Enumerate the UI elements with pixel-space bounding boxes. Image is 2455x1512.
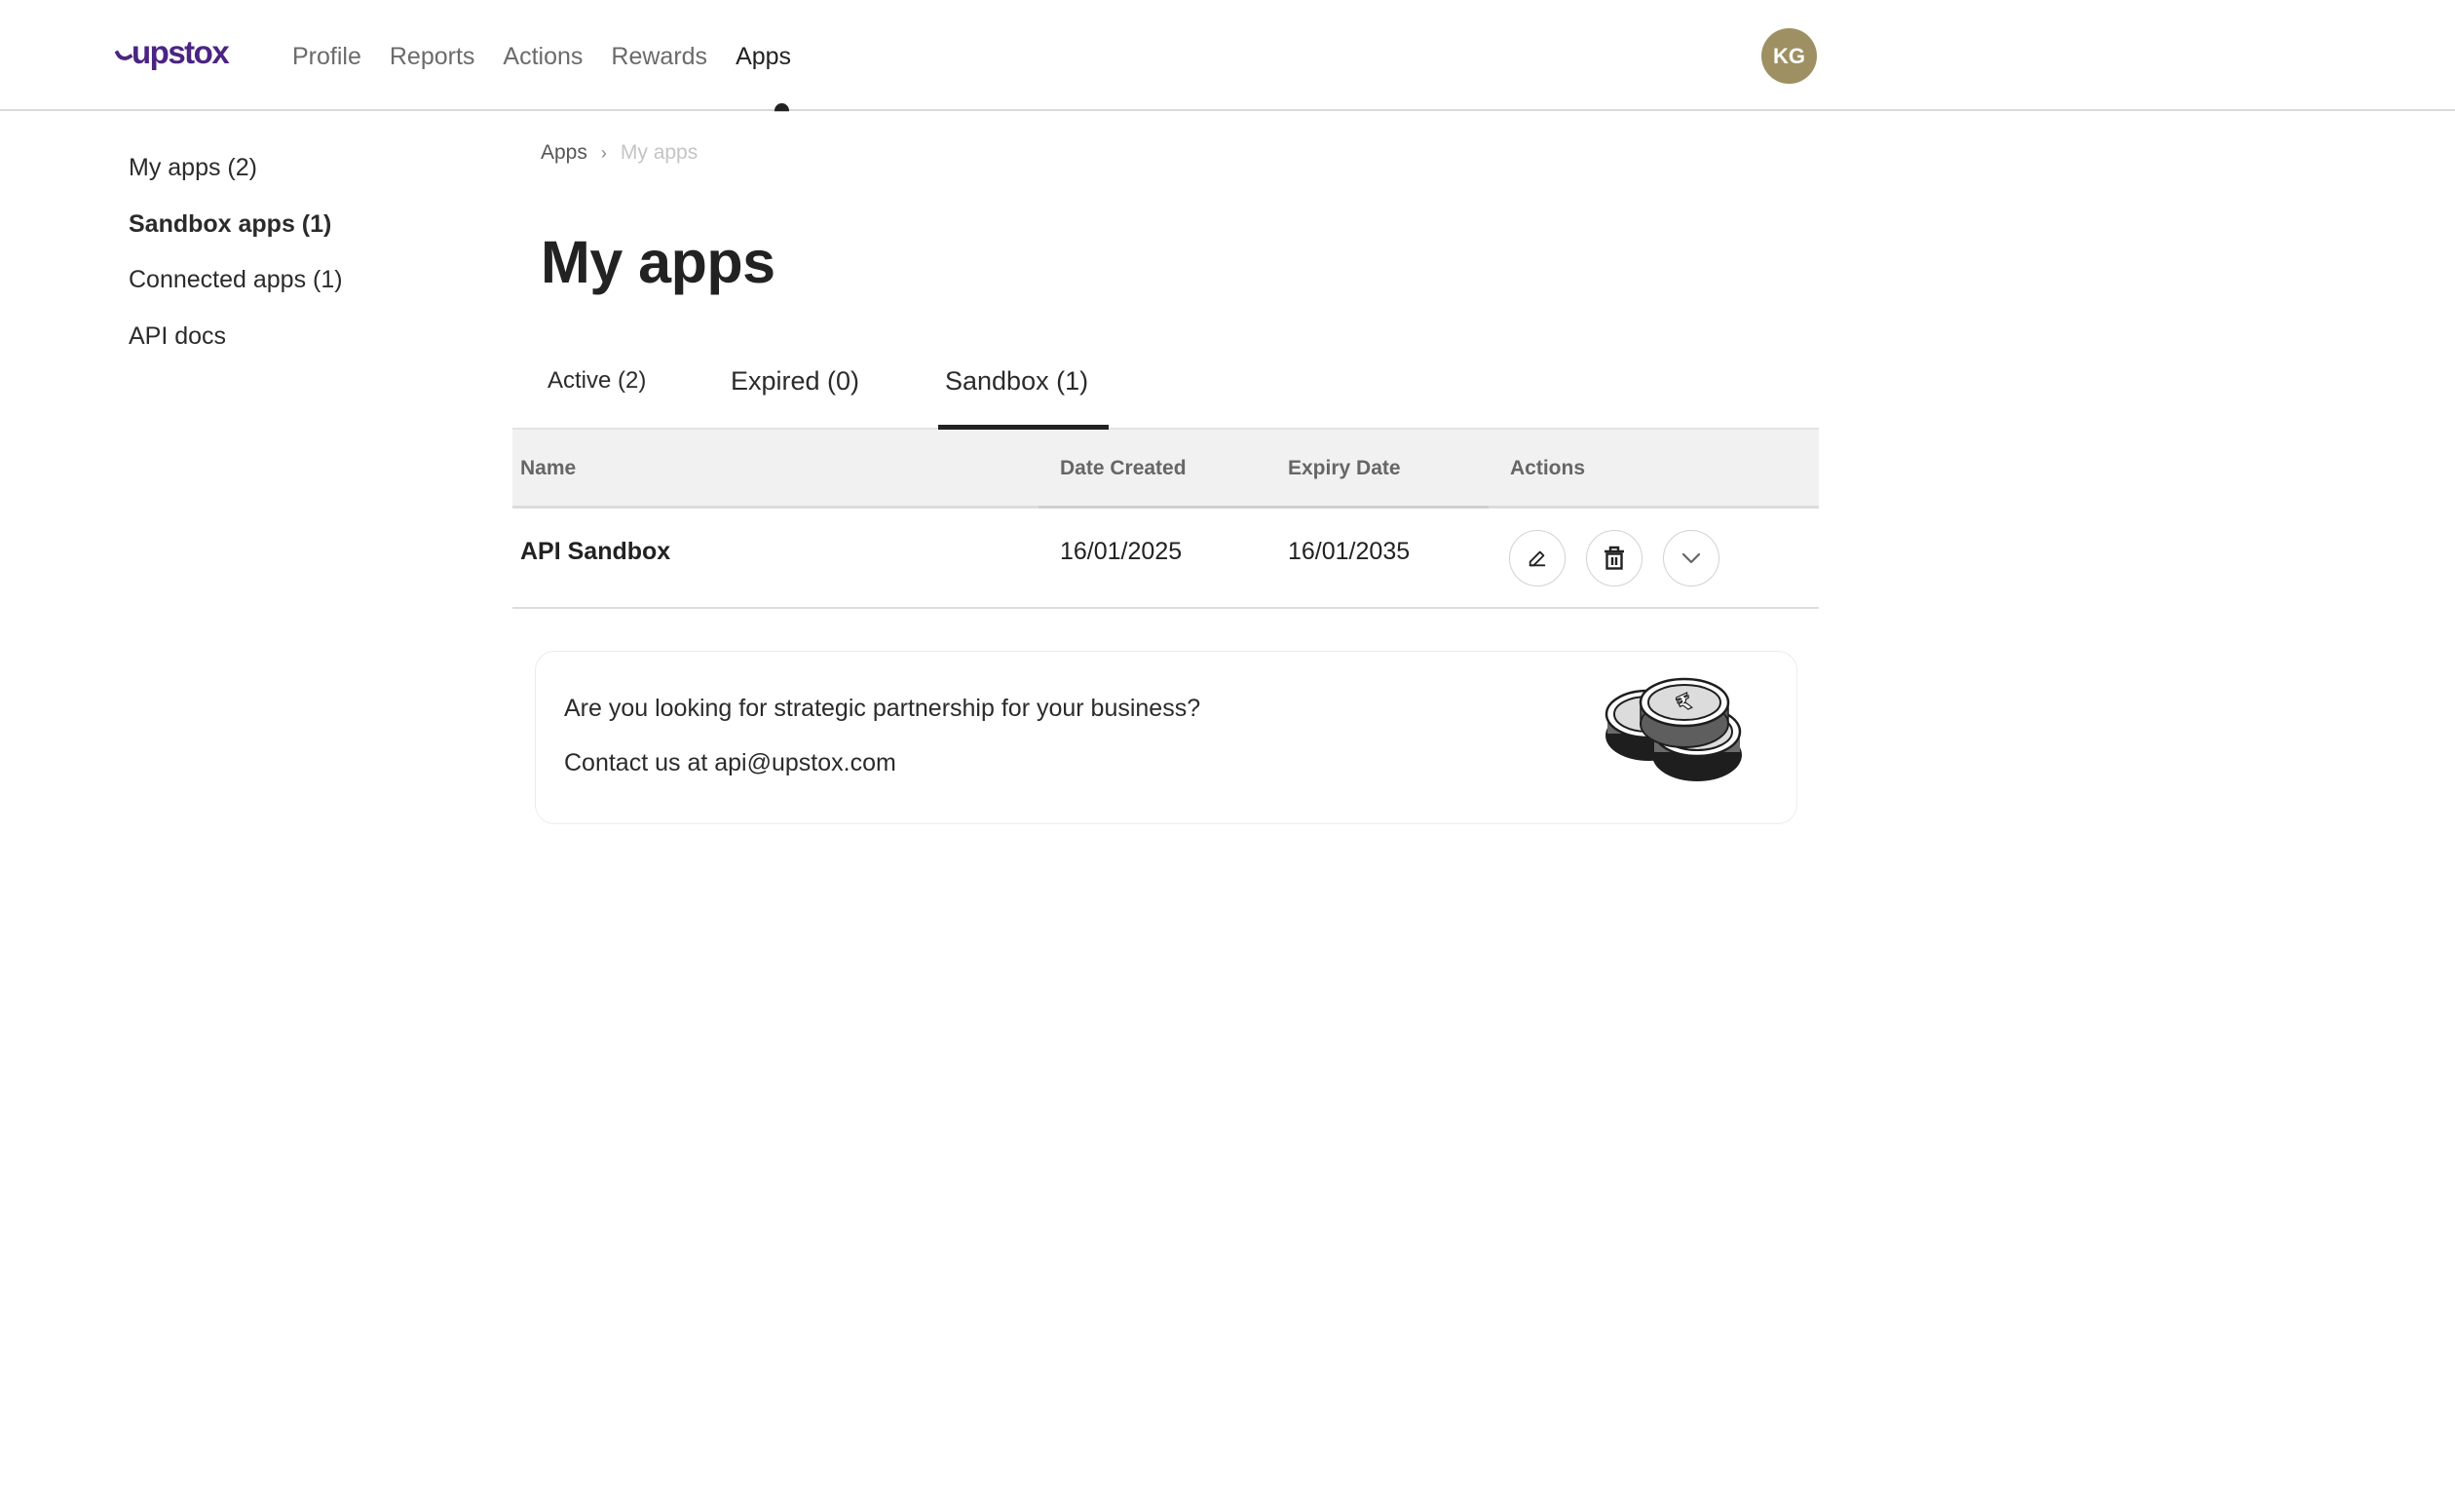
table-row: API Sandbox 16/01/2025 16/01/2035 — [512, 509, 1819, 609]
table-header: Name Date Created Expiry Date Actions — [512, 428, 1819, 509]
apps-table: Name Date Created Expiry Date Actions AP… — [512, 428, 1819, 609]
sidebar-item-connected-apps[interactable]: Connected apps (1) — [129, 263, 343, 320]
top-header: upstox Profile Reports Actions Rewards A… — [0, 0, 2455, 111]
delete-app-button[interactable] — [1586, 530, 1643, 586]
edit-icon — [1529, 550, 1546, 567]
tab-sandbox[interactable]: Sandbox (1) — [937, 356, 1096, 430]
contact-email-link[interactable]: api@upstox.com — [714, 749, 896, 776]
nav-profile[interactable]: Profile — [292, 37, 361, 76]
tab-active[interactable]: Active (2) — [540, 356, 654, 430]
breadcrumb: Apps › My apps — [541, 141, 698, 165]
active-tab-underline — [938, 425, 1109, 430]
breadcrumb-current: My apps — [620, 141, 699, 164]
nav-actions[interactable]: Actions — [503, 37, 583, 76]
app-name: API Sandbox — [520, 538, 671, 565]
expand-app-button[interactable] — [1663, 530, 1719, 586]
sidebar-item-my-apps[interactable]: My apps (2) — [129, 151, 343, 208]
nav-reports[interactable]: Reports — [390, 37, 475, 76]
nav-apps[interactable]: Apps — [736, 37, 791, 76]
main-nav: Profile Reports Actions Rewards Apps — [292, 37, 819, 76]
column-header-name: Name — [520, 457, 577, 479]
rupee-coins-icon: ₹ — [1605, 677, 1742, 781]
partnership-card: Are you looking for strategic partnershi… — [535, 651, 1797, 824]
page-title: My apps — [541, 229, 775, 295]
breadcrumb-apps[interactable]: Apps — [541, 141, 587, 165]
app-expiry-date: 16/01/2035 — [1288, 538, 1411, 565]
upstox-logo[interactable]: upstox — [114, 33, 230, 72]
logo-swoosh-icon — [114, 45, 133, 64]
edit-app-button[interactable] — [1509, 530, 1566, 586]
breadcrumb-separator-icon: › — [600, 142, 607, 163]
column-header-actions: Actions — [1510, 457, 1586, 479]
app-date-created: 16/01/2025 — [1060, 538, 1183, 565]
contact-line: Contact us at api@upstox.com — [564, 749, 896, 777]
column-header-date-created: Date Created — [1060, 457, 1187, 479]
app-tabs: Active (2) Expired (0) Sandbox (1) — [512, 356, 1819, 430]
user-avatar[interactable]: KG — [1761, 28, 1817, 84]
tab-expired[interactable]: Expired (0) — [723, 356, 867, 430]
sidebar-item-sandbox-apps[interactable]: Sandbox apps (1) — [129, 208, 343, 264]
sidebar-item-api-docs[interactable]: API docs — [129, 320, 343, 376]
active-nav-indicator — [774, 103, 789, 112]
logo-text: upstox — [132, 34, 230, 70]
chevron-down-icon — [1681, 552, 1701, 564]
partnership-question: Are you looking for strategic partnershi… — [564, 695, 1201, 722]
sidebar: My apps (2) Sandbox apps (1) Connected a… — [129, 151, 343, 375]
nav-rewards[interactable]: Rewards — [611, 37, 707, 76]
column-header-expiry-date: Expiry Date — [1288, 457, 1401, 479]
contact-prefix: Contact us at — [564, 749, 715, 776]
trash-icon — [1605, 546, 1624, 570]
